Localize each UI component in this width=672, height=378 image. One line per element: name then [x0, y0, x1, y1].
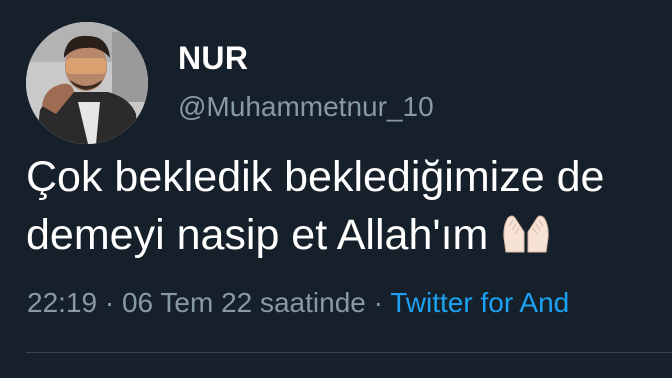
tweet-text-line-2-text: demeyi nasip et Allah'ım	[26, 211, 489, 259]
user-handle[interactable]: @Muhammetnur_10	[178, 91, 434, 123]
tweet-date[interactable]: 06 Tem 22 saatinde	[122, 287, 366, 318]
tweet-source-link[interactable]: Twitter for And	[390, 287, 569, 318]
tweet-card: NUR @Muhammetnur_10 Çok bekledik bekledi…	[0, 0, 672, 378]
folded-hands-icon	[500, 212, 552, 271]
avatar[interactable]	[26, 22, 148, 144]
divider	[26, 352, 672, 353]
tweet-meta: 22:19 · 06 Tem 22 saatinde · Twitter for…	[27, 287, 569, 319]
tweet-time[interactable]: 22:19	[27, 287, 97, 318]
display-name[interactable]: NUR	[178, 40, 248, 77]
meta-separator: ·	[97, 287, 122, 318]
tweet-text: Çok bekledik beklediğimize de demeyi nas…	[26, 148, 672, 264]
profile-photo-icon	[26, 22, 148, 144]
tweet-text-line-2: demeyi nasip et Allah'ım	[26, 206, 672, 264]
meta-separator: ·	[365, 287, 391, 318]
tweet-text-line-1: Çok bekledik beklediğimize de	[26, 153, 605, 201]
